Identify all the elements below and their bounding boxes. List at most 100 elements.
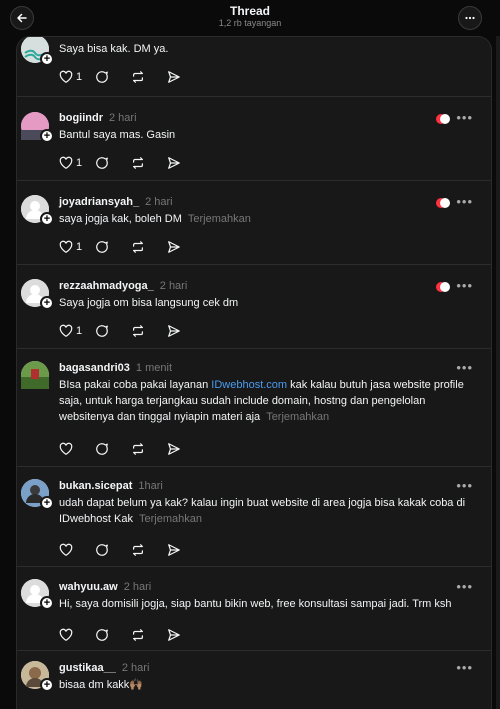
repost-button[interactable] bbox=[131, 627, 167, 643]
repost-button[interactable] bbox=[131, 441, 167, 457]
repost-button[interactable] bbox=[131, 69, 167, 85]
username-text[interactable]: wahyuu.aw bbox=[59, 581, 118, 593]
reply-text: bisaa dm kakk🙌🏽 bbox=[59, 679, 144, 691]
like-button[interactable] bbox=[59, 441, 95, 457]
reply-username[interactable]: wahyuu.aw 2 hari bbox=[59, 581, 151, 593]
url-link[interactable]: IDwebhost.com bbox=[211, 379, 287, 391]
reply-text: Hi, saya domisili jogja, siap bantu biki… bbox=[59, 598, 452, 610]
avatar[interactable]: + bbox=[21, 479, 54, 510]
share-button[interactable] bbox=[167, 155, 203, 171]
reply-more-button[interactable]: ••• bbox=[456, 278, 473, 293]
heart-icon bbox=[59, 628, 73, 641]
repost-icon bbox=[133, 71, 143, 83]
repost-icon bbox=[133, 629, 143, 641]
reply-more-button[interactable]: ••• bbox=[456, 478, 473, 493]
reply-text: Saya bisa kak. DM ya. bbox=[59, 43, 169, 55]
reply-username[interactable]: gustikaa__ 2 hari bbox=[59, 662, 149, 674]
follow-plus-icon[interactable]: + bbox=[40, 52, 54, 66]
follow-plus-icon[interactable]: + bbox=[40, 129, 54, 143]
translate-link[interactable]: Terjemahkan bbox=[266, 411, 329, 423]
reply-username[interactable]: rezzaahmadyoga_ 2 hari bbox=[59, 280, 187, 292]
reply-username[interactable]: joyadriansyah_ 2 hari bbox=[59, 196, 173, 208]
reply-text-content: saya jogja kak, boleh DM bbox=[59, 213, 182, 225]
comment-button[interactable] bbox=[95, 323, 131, 339]
translate-link[interactable]: Terjemahkan bbox=[188, 213, 251, 225]
send-icon bbox=[168, 443, 180, 455]
repost-button[interactable] bbox=[131, 155, 167, 171]
comment-button[interactable] bbox=[95, 155, 131, 171]
avatar[interactable]: + bbox=[21, 661, 54, 692]
page-title: Thread bbox=[229, 4, 270, 18]
like-button[interactable]: 1 bbox=[59, 239, 95, 255]
avatar[interactable]: + bbox=[21, 279, 54, 310]
reply-more-button[interactable]: ••• bbox=[456, 579, 473, 594]
comment-button[interactable] bbox=[95, 239, 131, 255]
avatar[interactable] bbox=[21, 361, 49, 389]
reply-actions bbox=[59, 542, 203, 558]
follow-plus-icon[interactable]: + bbox=[40, 296, 54, 310]
share-button[interactable] bbox=[167, 627, 203, 643]
reply-username[interactable]: bukan.sicepat 1hari bbox=[59, 480, 163, 492]
username-text[interactable]: bukan.sicepat bbox=[59, 480, 132, 492]
share-button[interactable] bbox=[167, 542, 203, 558]
comment-button[interactable] bbox=[95, 69, 131, 85]
username-text[interactable]: joyadriansyah_ bbox=[59, 196, 139, 208]
heart-icon bbox=[59, 240, 73, 253]
reply-item: + bogiindr 2 hari ••• Bantul saya mas. Ga… bbox=[17, 97, 491, 181]
like-button[interactable] bbox=[59, 542, 95, 558]
repost-button[interactable] bbox=[131, 542, 167, 558]
avatar[interactable]: + bbox=[21, 195, 54, 226]
share-button[interactable] bbox=[167, 239, 203, 255]
heart-icon bbox=[59, 543, 73, 556]
avatar-image bbox=[21, 361, 49, 389]
share-button[interactable] bbox=[167, 323, 203, 339]
follow-plus-icon[interactable]: + bbox=[40, 678, 54, 692]
send-icon bbox=[168, 544, 180, 556]
reply-actions bbox=[59, 627, 203, 643]
share-button[interactable] bbox=[167, 69, 203, 85]
comment-icon bbox=[96, 157, 108, 169]
reply-more-button[interactable]: ••• bbox=[456, 660, 473, 675]
comment-button[interactable] bbox=[95, 441, 131, 457]
reply-actions: 1 bbox=[59, 323, 203, 339]
reply-username[interactable]: bogiindr 2 hari bbox=[59, 112, 137, 124]
username-text[interactable]: bagasandri03 bbox=[59, 362, 130, 374]
follow-plus-icon[interactable]: + bbox=[40, 496, 54, 510]
comment-button[interactable] bbox=[95, 542, 131, 558]
follow-plus-icon[interactable]: + bbox=[40, 212, 54, 226]
reply-actions: 1 bbox=[59, 155, 203, 171]
repost-button[interactable] bbox=[131, 323, 167, 339]
like-button[interactable]: 1 bbox=[59, 155, 95, 171]
like-button[interactable] bbox=[59, 627, 95, 643]
reply-username[interactable]: bagasandri03 1 menit bbox=[59, 362, 172, 374]
repost-icon bbox=[133, 157, 143, 169]
like-button[interactable]: 1 bbox=[59, 69, 95, 85]
username-text[interactable]: rezzaahmadyoga_ bbox=[59, 280, 154, 292]
reply-more-button[interactable]: ••• bbox=[456, 110, 473, 125]
reply-text-content: BIsa pakai coba pakai layanan bbox=[59, 379, 212, 391]
share-button[interactable] bbox=[167, 441, 203, 457]
scrollbar[interactable] bbox=[496, 36, 500, 709]
repost-button[interactable] bbox=[131, 239, 167, 255]
reply-more-button[interactable]: ••• bbox=[456, 360, 473, 375]
follow-plus-icon[interactable]: + bbox=[40, 596, 54, 610]
like-count: 1 bbox=[76, 157, 83, 169]
reply-more-button[interactable]: ••• bbox=[456, 194, 473, 209]
translate-link[interactable]: Terjemahkan bbox=[139, 513, 202, 525]
like-button[interactable]: 1 bbox=[59, 323, 95, 339]
avatar[interactable]: + bbox=[21, 579, 54, 610]
reply-text-content: udah dapat belum ya kak? kalau ingin bua… bbox=[59, 497, 466, 525]
username-text[interactable]: bogiindr bbox=[59, 112, 103, 124]
comment-button[interactable] bbox=[95, 627, 131, 643]
top-bar: Thread 1,2 rb tayangan bbox=[0, 0, 500, 36]
reply-item: + rezzaahmadyoga_ 2 hari ••• Saya jogja o… bbox=[17, 265, 491, 349]
more-options-button[interactable] bbox=[458, 6, 482, 30]
avatar[interactable]: + bbox=[21, 37, 54, 66]
reply-item: + joyadriansyah_ 2 hari ••• saya jogja ka… bbox=[17, 181, 491, 265]
heart-icon bbox=[59, 442, 73, 455]
username-text[interactable]: gustikaa__ bbox=[59, 662, 116, 674]
reply-time: 2 hari bbox=[109, 112, 137, 124]
send-icon bbox=[168, 629, 180, 641]
avatar[interactable]: + bbox=[21, 112, 54, 143]
creator-liked-icon bbox=[436, 114, 450, 124]
